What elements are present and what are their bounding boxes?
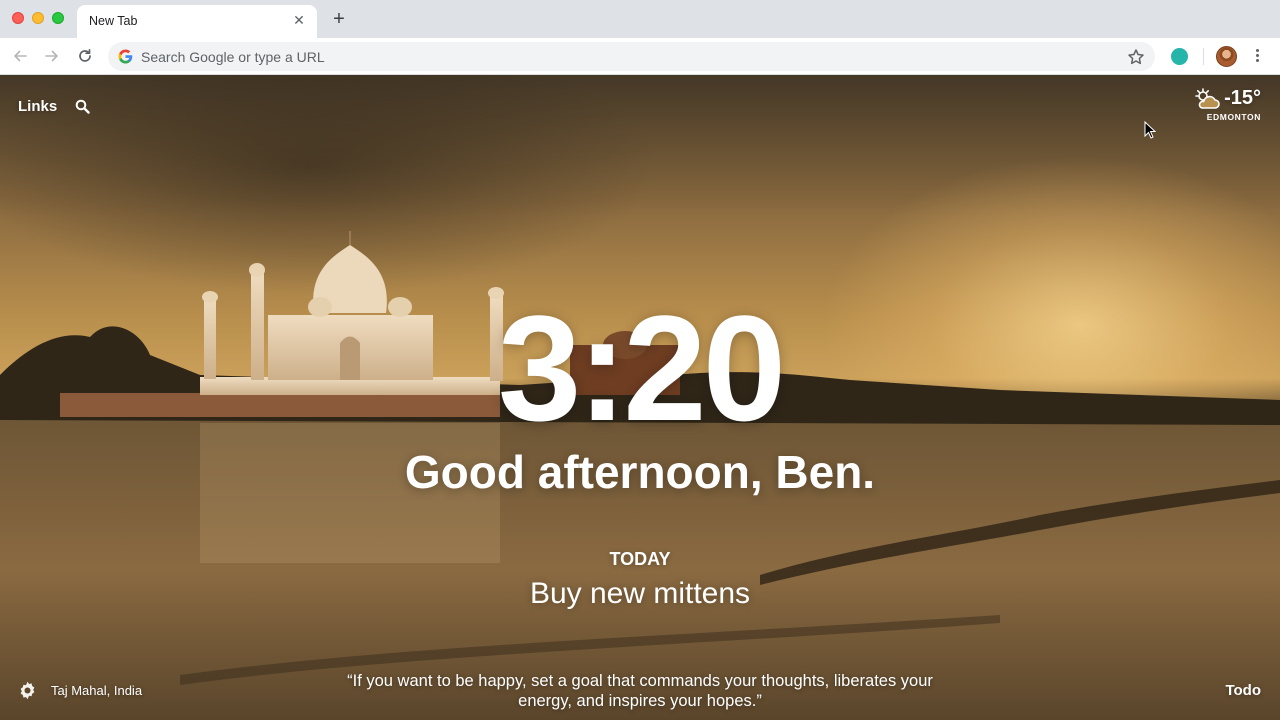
google-icon [118,49,133,64]
toolbar-divider [1203,48,1204,65]
weather-widget[interactable]: -15° EDMONTON [1194,87,1261,122]
todo-button[interactable]: Todo [1225,682,1261,699]
back-arrow-icon [14,50,27,62]
momentum-page: Links -15° EDMONTON 3:20 Good afternoon,… [0,75,1280,720]
focus-label: TODAY [609,549,671,569]
extension-icon[interactable] [1171,48,1188,65]
reload-icon [79,48,91,62]
top-left-bar: Links [18,98,90,115]
forward-arrow-icon [45,50,58,62]
window-close-button[interactable] [12,12,24,24]
tab-strip: New Tab ✕ + [0,0,1280,38]
new-tab-button[interactable]: + [329,9,349,29]
avatar[interactable] [1216,46,1237,67]
menu-icon[interactable] [1252,47,1262,65]
gear-icon[interactable] [18,681,37,700]
close-icon[interactable]: ✕ [291,12,307,28]
omnibox-input[interactable] [141,42,1101,71]
photo-location[interactable]: Taj Mahal, India [51,683,142,698]
tab-new-tab[interactable]: New Tab ✕ [77,5,317,38]
back-button[interactable] [9,45,31,67]
partly-cloudy-icon [1195,87,1220,109]
greeting: Good afternoon, Ben. [404,446,876,498]
forward-button[interactable] [41,45,63,67]
weather-location: EDMONTON [1206,112,1261,122]
window-maximize-button[interactable] [52,12,64,24]
window-minimize-button[interactable] [32,12,44,24]
tab-title: New Tab [89,14,138,28]
quote[interactable]: “If you want to be happy, set a goal tha… [340,671,940,711]
search-icon[interactable] [75,99,90,114]
browser-toolbar [0,38,1280,75]
mouse-cursor-icon [1144,121,1156,139]
star-icon[interactable] [1127,48,1145,66]
clock: 3:20 [497,284,786,452]
focus-text[interactable]: Buy new mittens [0,577,1280,611]
omnibox[interactable] [108,42,1155,71]
links-button[interactable]: Links [18,98,57,115]
reload-button[interactable] [74,45,96,67]
weather-temperature: -15° [1224,87,1261,109]
